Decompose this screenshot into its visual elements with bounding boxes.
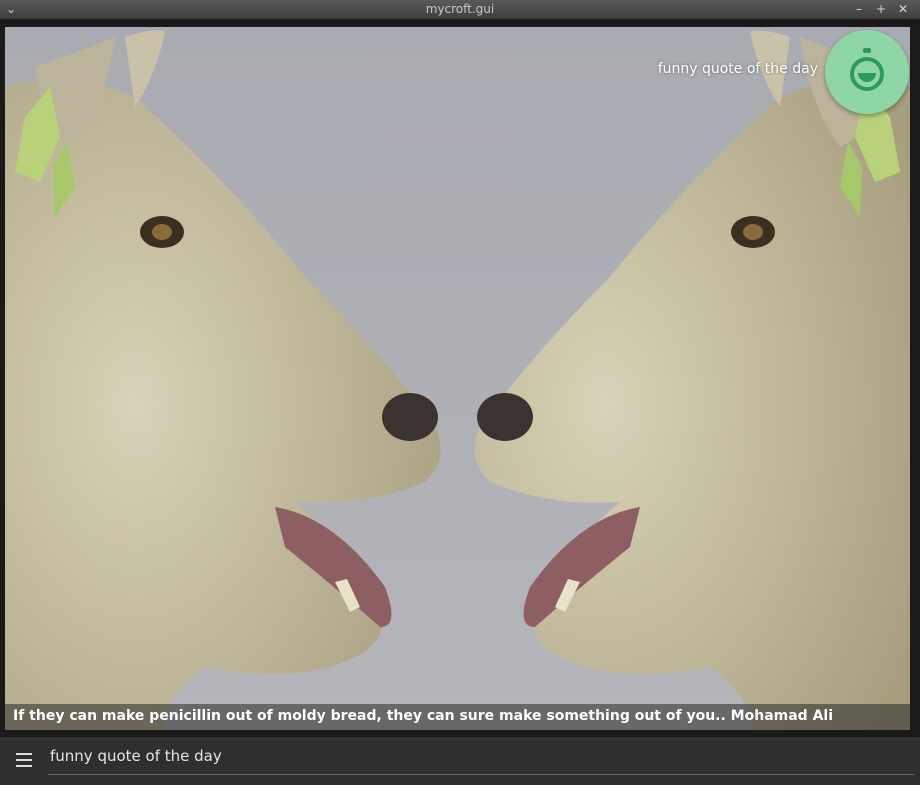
hamburger-icon[interactable] bbox=[16, 753, 34, 769]
utterance-underline bbox=[48, 774, 914, 775]
skill-title-label: funny quote of the day bbox=[657, 61, 818, 77]
utterance-text: funny quote of the day bbox=[50, 747, 222, 765]
skill-view: funny quote of the day If they can make … bbox=[5, 27, 910, 730]
bottom-bar: funny quote of the day bbox=[0, 737, 920, 785]
minimize-button[interactable]: – bbox=[852, 2, 866, 16]
quote-background-image bbox=[5, 27, 910, 730]
quote-bar: If they can make penicillin out of moldy… bbox=[5, 704, 910, 730]
title-bar: ⌄ mycroft.gui – + ✕ bbox=[0, 0, 920, 20]
app-window: ⌄ mycroft.gui – + ✕ funny quote of the d… bbox=[0, 0, 920, 785]
window-title: mycroft.gui bbox=[425, 2, 495, 16]
mycroft-face-icon bbox=[850, 48, 884, 91]
mycroft-button[interactable] bbox=[825, 30, 909, 114]
quote-text: If they can make penicillin out of moldy… bbox=[13, 708, 834, 724]
maximize-button[interactable]: + bbox=[874, 2, 888, 16]
close-button[interactable]: ✕ bbox=[896, 2, 910, 16]
